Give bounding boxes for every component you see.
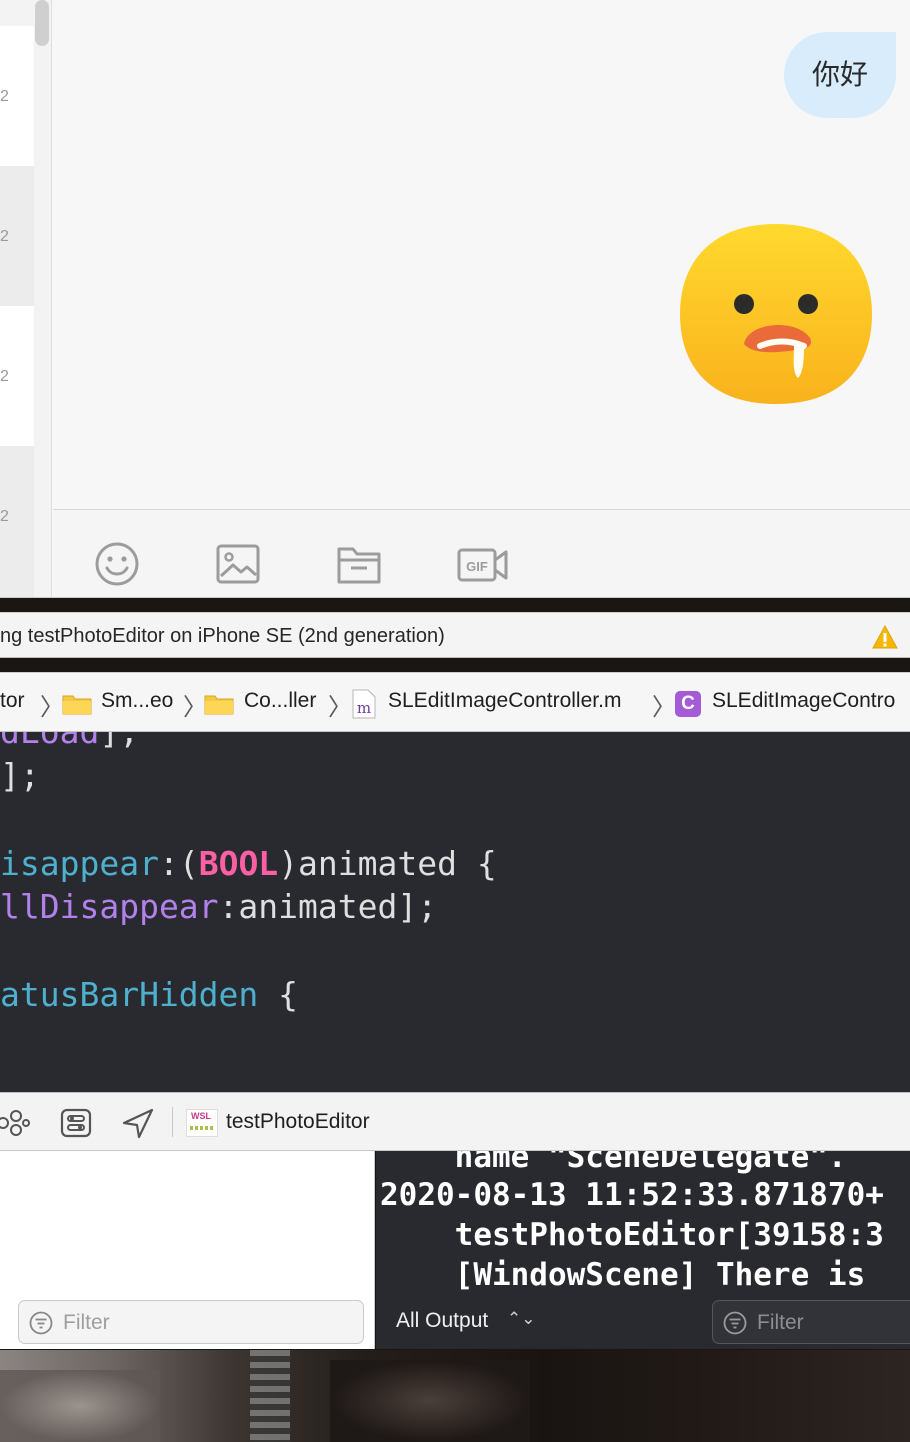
message-bubble[interactable]: 你好 (784, 32, 896, 118)
app-icon: WSL (186, 1109, 218, 1137)
target-app-name[interactable]: testPhotoEditor (226, 1110, 370, 1134)
filter-icon (29, 1311, 53, 1335)
chevron-right-icon: 〉 (328, 693, 352, 721)
console-filter-field[interactable]: Filter (712, 1300, 910, 1344)
drooling-face-sticker[interactable] (678, 222, 874, 406)
filter-placeholder: Filter (757, 1311, 804, 1334)
activity-status-bar: ng testPhotoEditor on iPhone SE (2nd gen… (0, 612, 910, 658)
folder-icon (62, 695, 92, 715)
chevron-right-icon: 〉 (652, 693, 676, 721)
folder-icon (204, 695, 234, 715)
code-line: dLoad]; (0, 732, 139, 751)
image-icon[interactable] (214, 540, 262, 588)
jump-bar-item-editor[interactable]: tor (0, 689, 25, 713)
gif-video-icon[interactable]: GIF (457, 540, 509, 588)
variables-filter-field[interactable]: Filter (18, 1300, 364, 1344)
divider (0, 597, 910, 598)
list-item[interactable]: 2 (0, 306, 34, 446)
chevron-right-icon: 〉 (40, 693, 64, 721)
class-badge-icon: C (675, 691, 701, 717)
simulate-location-icon[interactable] (121, 1107, 155, 1139)
console-line: 2020-08-13 11:52:33.871870+ (380, 1177, 884, 1213)
list-item-count: 2 (0, 88, 9, 105)
chat-message-area: 你好 (53, 0, 910, 509)
objc-file-icon: m (352, 689, 376, 719)
list-item[interactable]: 2 (0, 26, 34, 166)
desktop-background-photo (0, 1350, 910, 1442)
code-line: llDisappear:animated]; (0, 887, 438, 926)
jump-bar: tor 〉 Sm...eo 〉 Co...ller 〉 m SLEditImag… (0, 672, 910, 732)
list-item-count: 2 (0, 508, 9, 525)
svg-text:m: m (357, 699, 371, 717)
warning-triangle-icon[interactable] (872, 625, 898, 649)
filter-icon (723, 1311, 747, 1335)
conversation-list: 2 2 2 2 (0, 0, 52, 598)
folder-icon[interactable] (335, 540, 383, 588)
console-line: [WindowScene] There is (380, 1257, 866, 1293)
debug-bar: WSL testPhotoEditor (0, 1092, 910, 1151)
list-item-count: 2 (0, 228, 9, 245)
jump-bar-item-file[interactable]: SLEditImageController.m (388, 689, 621, 713)
activity-status-text: ng testPhotoEditor on iPhone SE (2nd gen… (0, 625, 445, 647)
jump-bar-item-symbol[interactable]: SLEditImageContro (712, 689, 895, 713)
list-item[interactable]: 2 (0, 446, 34, 598)
console-line: testPhotoEditor[39158:3 (380, 1217, 884, 1253)
output-selector[interactable]: All Output (396, 1309, 488, 1333)
jump-bar-item-group[interactable]: Sm...eo (101, 689, 173, 713)
source-code-editor[interactable]: dLoad]; ]; isappear:(BOOL)animated { llD… (0, 732, 910, 1092)
message-input-toolbar: GIF (53, 509, 910, 598)
list-item-count: 2 (0, 368, 9, 385)
divider (172, 1107, 173, 1137)
code-line: isappear:(BOOL)animated { (0, 844, 497, 883)
simulator-screen: 2 2 2 2 你好 GIF (0, 0, 910, 598)
list-item[interactable]: 2 (0, 166, 34, 306)
chevron-up-down-icon[interactable]: ⌃⌄ (507, 1309, 536, 1329)
code-line: atusBarHidden { (0, 975, 299, 1014)
scrollbar-thumb[interactable] (35, 0, 49, 46)
view-hierarchy-icon[interactable] (0, 1107, 30, 1139)
console-output[interactable]: name "SceneDelegate". 2020-08-13 11:52:3… (376, 1151, 910, 1349)
filter-placeholder: Filter (63, 1311, 110, 1334)
code-line: ]; (0, 756, 40, 795)
console-line: name "SceneDelegate". (380, 1151, 847, 1175)
emoji-icon[interactable] (93, 540, 141, 588)
svg-text:GIF: GIF (466, 559, 488, 574)
variables-view: Filter (0, 1151, 375, 1349)
jump-bar-item-folder[interactable]: Co...ller (244, 689, 316, 713)
environment-overrides-icon[interactable] (59, 1107, 93, 1139)
